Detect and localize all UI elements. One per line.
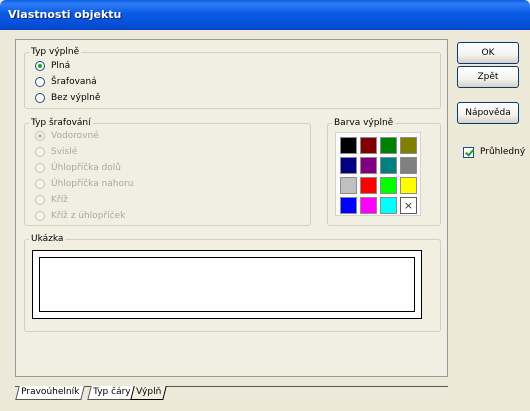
color-swatch[interactable] bbox=[360, 157, 377, 174]
title-bar: Vlastnosti objektu bbox=[0, 0, 530, 30]
radio-label: Svislé bbox=[51, 147, 78, 157]
ok-button[interactable]: OK bbox=[457, 42, 519, 64]
radio-label: Vodorovné bbox=[51, 131, 99, 141]
color-swatch[interactable] bbox=[380, 157, 397, 174]
radio-fill-solid[interactable]: Plná bbox=[35, 59, 70, 73]
help-button[interactable]: Nápověda bbox=[457, 102, 519, 124]
color-swatch[interactable] bbox=[360, 177, 377, 194]
radio-button[interactable] bbox=[35, 61, 45, 71]
tab-rectangle[interactable]: Pravoúhelník bbox=[15, 386, 85, 400]
transparent-checkbox-row[interactable]: Průhledný bbox=[463, 145, 525, 159]
color-swatch-none[interactable]: × bbox=[400, 197, 417, 214]
radio-button[interactable] bbox=[35, 179, 45, 189]
tab-label: Typ čáry bbox=[93, 387, 131, 397]
fill-type-group: Typ výplně Plná Šrafovaná Bez výplně bbox=[24, 47, 441, 109]
hatch-type-legend: Typ šrafování bbox=[31, 118, 91, 128]
color-swatch[interactable] bbox=[380, 177, 397, 194]
color-swatch[interactable] bbox=[380, 197, 397, 214]
color-swatch[interactable] bbox=[340, 197, 357, 214]
color-swatch[interactable] bbox=[400, 157, 417, 174]
preview-fill-sample bbox=[39, 257, 415, 312]
color-swatch[interactable] bbox=[340, 177, 357, 194]
color-swatch[interactable] bbox=[340, 137, 357, 154]
radio-label: Kříž bbox=[51, 195, 68, 205]
preview-box bbox=[32, 250, 422, 319]
hatch-type-group: Typ šrafování Vodorovné Svislé Úhlopříčk… bbox=[24, 118, 311, 226]
radio-hatch-diag-cross[interactable]: Kříž z úhlopříček bbox=[35, 209, 125, 223]
window-title: Vlastnosti objektu bbox=[8, 8, 122, 21]
radio-label: Plná bbox=[51, 61, 71, 71]
radio-hatch-diag-down[interactable]: Úhlopříčka dolů bbox=[35, 161, 121, 175]
tab-label: Výplň bbox=[136, 387, 162, 397]
radio-label: Úhlopříčka nahoru bbox=[51, 179, 134, 189]
fill-color-legend: Barva výplně bbox=[334, 118, 394, 128]
radio-label: Úhlopříčka dolů bbox=[51, 163, 122, 173]
color-swatch[interactable] bbox=[340, 157, 357, 174]
radio-button[interactable] bbox=[35, 93, 45, 103]
fill-color-group: Barva výplně × bbox=[327, 118, 441, 226]
color-swatch[interactable] bbox=[380, 137, 397, 154]
tab-line-type[interactable]: Typ čáry bbox=[87, 386, 137, 400]
preview-legend: Ukázka bbox=[31, 234, 64, 244]
radio-fill-none[interactable]: Bez výplně bbox=[35, 91, 100, 105]
radio-hatch-diag-up[interactable]: Úhlopříčka nahoru bbox=[35, 177, 133, 191]
tab-label: Pravoúhelník bbox=[21, 387, 80, 397]
tab-panel-fill: Typ výplně Plná Šrafovaná Bez výplně Typ… bbox=[15, 39, 448, 377]
radio-fill-hatched[interactable]: Šrafovaná bbox=[35, 75, 97, 89]
color-swatch[interactable] bbox=[400, 177, 417, 194]
color-swatch[interactable] bbox=[360, 137, 377, 154]
radio-hatch-vertical[interactable]: Svislé bbox=[35, 145, 77, 159]
color-swatch[interactable] bbox=[360, 197, 377, 214]
preview-group: Ukázka bbox=[24, 234, 441, 332]
radio-label: Bez výplně bbox=[51, 93, 101, 103]
color-swatch[interactable] bbox=[400, 137, 417, 154]
radio-label: Kříž z úhlopříček bbox=[51, 211, 126, 221]
radio-button[interactable] bbox=[35, 77, 45, 87]
dialog-body: Typ výplně Plná Šrafovaná Bez výplně Typ… bbox=[3, 30, 527, 408]
back-button[interactable]: Zpět bbox=[457, 66, 519, 88]
radio-button[interactable] bbox=[35, 131, 45, 141]
fill-type-legend: Typ výplně bbox=[31, 47, 80, 57]
transparent-checkbox[interactable] bbox=[463, 146, 474, 158]
tab-fill[interactable]: Výplň bbox=[130, 386, 167, 400]
radio-label: Šrafovaná bbox=[51, 77, 97, 87]
radio-hatch-cross[interactable]: Kříž bbox=[35, 193, 68, 207]
radio-button[interactable] bbox=[35, 163, 45, 173]
radio-button[interactable] bbox=[35, 195, 45, 205]
radio-button[interactable] bbox=[35, 147, 45, 157]
color-palette: × bbox=[335, 132, 421, 216]
radio-button[interactable] bbox=[35, 211, 45, 221]
transparent-label: Průhledný bbox=[480, 147, 526, 157]
radio-hatch-horizontal[interactable]: Vodorovné bbox=[35, 129, 99, 143]
